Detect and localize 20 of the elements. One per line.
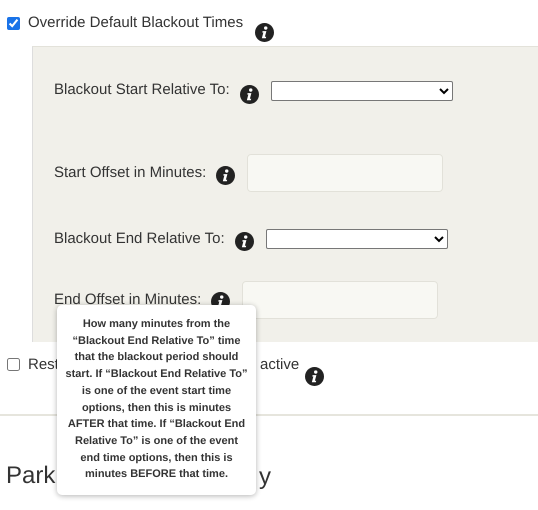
section-heading: y: [259, 462, 271, 492]
input-field[interactable]: [242, 280, 438, 318]
info-icon[interactable]: [216, 166, 236, 184]
dropdown[interactable]: [270, 81, 453, 101]
tooltip: How many minutes from the “Blackout End Relative To” time that the blackout period should start. If “Blackout End Relative To” is one of the event start time options, then this is minutes AFTER that time. If “Blackout End Relative To” is one of the event end time options, then this is minutes BEFORE that time.: [57, 305, 256, 496]
section-heading: Park: [6, 461, 56, 491]
info-icon[interactable]: [255, 23, 274, 42]
input-field[interactable]: [247, 154, 444, 192]
checkbox-label: active: [260, 356, 300, 374]
field-label: Blackout End Relative To:: [54, 230, 225, 248]
checkbox-label: Rest: [28, 356, 59, 374]
restrict-checkbox[interactable]: [7, 358, 20, 371]
info-icon[interactable]: [234, 232, 254, 250]
field-label: Blackout Start Relative To:: [54, 81, 230, 99]
checkbox-label: Override Default Blackout Times: [28, 14, 244, 32]
override-checkbox[interactable]: [7, 17, 20, 30]
field-label: Start Offset in Minutes:: [54, 164, 206, 182]
info-icon[interactable]: [304, 367, 324, 386]
info-icon[interactable]: [240, 85, 259, 104]
dropdown[interactable]: [266, 229, 448, 249]
